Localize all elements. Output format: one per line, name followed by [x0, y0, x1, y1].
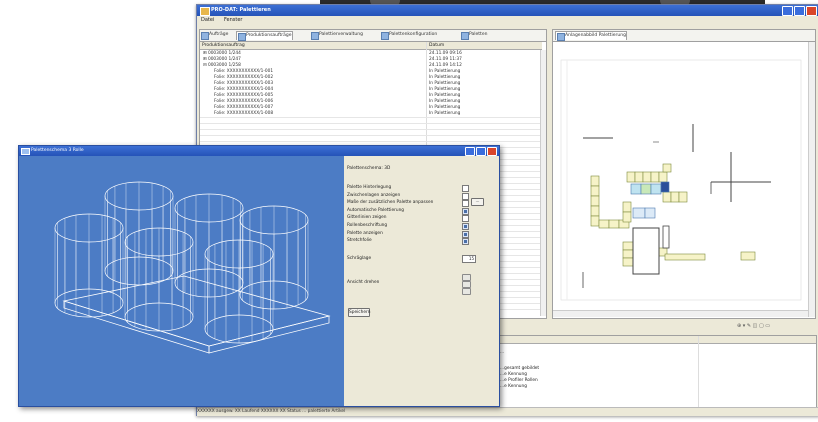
properties-panel: Palettenschema: 3D Palette Hinterlegung Z…: [344, 156, 499, 406]
rotate-middle-button[interactable]: [462, 281, 471, 288]
spin-label: Schräglage: [347, 256, 372, 261]
3d-viewport[interactable]: [19, 156, 344, 406]
option-checkbox[interactable]: [462, 200, 469, 208]
tab-pallet-config[interactable]: Palettenkonfiguration: [380, 31, 437, 40]
panel-toolbar[interactable]: ⊕ ▾ ✎ ◫ ▢ ▭: [737, 323, 770, 329]
tab-orders[interactable]: Aufträge: [200, 31, 228, 40]
option-checkbox[interactable]: [462, 223, 469, 230]
menu-file[interactable]: Datei: [201, 17, 214, 23]
close-button[interactable]: [806, 6, 817, 16]
option-checkbox[interactable]: [462, 238, 469, 246]
maximize-button[interactable]: [794, 6, 805, 16]
details-header: [498, 336, 816, 344]
main-titlebar[interactable]: PRO-DAT: Palettieren: [197, 5, 818, 16]
dialog-icon: [21, 148, 30, 155]
option-label: Gitterlinien zeigen: [347, 215, 387, 221]
pallet-icon: [311, 32, 319, 40]
dialog-title: Palettenschema 3 Rolle: [31, 148, 84, 153]
dialog-maximize-button[interactable]: [476, 147, 486, 156]
option-label: Stretchfolie: [347, 238, 372, 244]
right-vertical-scrollbar[interactable]: [808, 42, 815, 317]
view-label: Ansicht drehen: [347, 280, 380, 285]
palette-schema-dialog: Palettenschema 3 Rolle Palettenschema: 3…: [18, 145, 500, 407]
app-icon: [200, 7, 210, 16]
plant-layout-view: [552, 41, 816, 319]
option-label: Zwischenlagen anzeigen: [347, 192, 401, 198]
browse-button[interactable]: ...: [471, 198, 484, 206]
tab-production-orders[interactable]: Produktionsaufträge: [236, 31, 293, 41]
pallet-3d-wireframe: [54, 181, 331, 354]
minimize-button[interactable]: [782, 6, 793, 16]
tab-pallet-management[interactable]: Palettierverwaltung: [310, 31, 363, 40]
details-line: ...e Profiler Rollen: [500, 378, 538, 383]
horizontal-scrollbar[interactable]: [553, 310, 808, 317]
menu-window[interactable]: Fenster: [224, 17, 243, 23]
details-line: ...: [500, 350, 505, 355]
option-checkbox[interactable]: [462, 185, 469, 192]
option-label: Automatische Palettierung: [347, 207, 405, 213]
plant-icon: [557, 33, 565, 41]
plant-layout-drawing: [560, 59, 802, 301]
details-line: ...gesamt gebildet: [500, 366, 540, 371]
option-label: Rollenbeschriftung: [347, 223, 388, 228]
save-button[interactable]: Speichern: [348, 308, 370, 317]
column-header-order[interactable]: Produktionsauftrag: [200, 42, 426, 50]
production-icon: [238, 33, 246, 41]
tab-pallets[interactable]: Paletten: [460, 31, 487, 40]
option-checkbox[interactable]: [462, 215, 469, 223]
rotate-down-button[interactable]: [462, 288, 471, 295]
column-header-date[interactable]: Datum: [427, 42, 542, 50]
window-title: PRO-DAT: Palettieren: [211, 7, 271, 13]
option-label: Palette Hinterlegung: [347, 185, 392, 190]
details-line: ...e Kennung: [500, 372, 527, 377]
vertical-scrollbar[interactable]: [540, 50, 546, 316]
menu-bar: Datei Fenster: [197, 16, 818, 25]
status-bar: XXXXXX ausgew. XX Laufend XXXXXX XX Stat…: [197, 407, 818, 416]
rotate-up-button[interactable]: [462, 274, 471, 281]
config-icon: [381, 32, 389, 40]
dialog-close-button[interactable]: [487, 147, 497, 156]
dialog-titlebar[interactable]: Palettenschema 3 Rolle: [19, 146, 499, 156]
option-checkbox[interactable]: [462, 192, 469, 200]
spin-input[interactable]: 15: [462, 255, 476, 263]
details-panel: ... ...gesamt gebildet ...e Kennung ...e…: [497, 335, 817, 409]
pallets-icon: [461, 32, 469, 40]
option-checkbox[interactable]: [462, 207, 469, 215]
tab-plant-view[interactable]: Anlagenabbild Palettierung: [555, 31, 627, 41]
section-title: Palettenschema: 3D: [347, 166, 391, 171]
option-label: Palette anzeigen: [347, 230, 383, 236]
orders-icon: [201, 32, 209, 40]
dialog-minimize-button[interactable]: [465, 147, 475, 156]
details-line: ...e Kennung: [500, 384, 527, 389]
option-label: Maße der zusätzlichen Palette anpassen: [347, 200, 434, 206]
option-checkbox[interactable]: [462, 230, 469, 238]
